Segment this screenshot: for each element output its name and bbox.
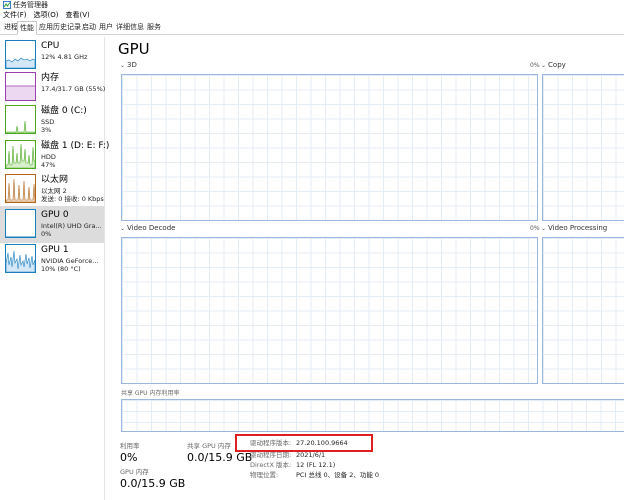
gpu-detail-panel: GPU ⌄ 3D 0% ⌄ Copy ⌄ Video Decode 0% ⌄ Video…	[106, 37, 624, 500]
disk1-thumbnail	[5, 140, 36, 169]
performance-sidebar: CPU 12% 4.81 GHz 内存 17.4/31.7 GB (55%) 磁…	[0, 37, 109, 500]
sidebar-item-detail-2: 47%	[41, 161, 56, 169]
shared-memory-value: 0.0/15.9 GB	[187, 451, 253, 464]
sidebar-item-detail: 12% 4.81 GHz	[41, 53, 88, 61]
sidebar-item-memory[interactable]: 内存 17.4/31.7 GB (55%)	[0, 69, 106, 106]
gpu-memory-value: 0.0/15.9 GB	[120, 477, 186, 490]
sidebar-item-name: CPU	[41, 41, 60, 51]
sidebar-item-name: 以太网	[41, 175, 69, 185]
tab-startup[interactable]: 启动	[80, 21, 98, 35]
chevron-down-icon: ⌄	[541, 225, 547, 232]
sidebar-item-detail-2: 3%	[41, 126, 52, 134]
task-manager-icon	[3, 1, 11, 9]
gpu1-thumbnail	[5, 244, 36, 273]
graph-shared-memory	[121, 399, 624, 432]
sidebar-item-detail: SSD	[41, 118, 55, 126]
sidebar-item-name: GPU 1	[41, 245, 69, 255]
driver-version-highlight	[235, 434, 373, 452]
sidebar-item-name: 内存	[41, 73, 60, 83]
sidebar-item-disk0[interactable]: 磁盘 0 (C:) SSD 3%	[0, 102, 104, 139]
title-bar: 任务管理器	[0, 0, 624, 10]
physical-location-value: PCI 总线 0、设备 2、功能 0	[296, 471, 380, 479]
graph-3d-max: 0%	[530, 62, 540, 69]
gpu-memory-label: GPU 内存	[120, 468, 149, 476]
menu-bar: 文件(F) 选项(O) 查看(V)	[0, 10, 624, 21]
menu-file[interactable]: 文件(F)	[3, 10, 27, 21]
sidebar-item-disk1[interactable]: 磁盘 1 (D: E: F:) HDD 47%	[0, 137, 109, 174]
graph-video-decode-max: 0%	[530, 225, 540, 232]
utilization-value: 0%	[120, 451, 138, 464]
tab-performance[interactable]: 性能	[17, 21, 37, 35]
graph-3d	[121, 74, 538, 221]
sidebar-item-detail-2: 10% (80 °C)	[41, 265, 81, 273]
gpu0-thumbnail	[5, 209, 36, 238]
cpu-thumbnail	[5, 40, 36, 69]
disk0-thumbnail	[5, 105, 36, 134]
shared-memory-graph-label: 共享 GPU 内存利用率	[121, 390, 180, 397]
sidebar-item-detail: 17.4/31.7 GB (55%)	[41, 85, 106, 93]
sidebar-item-gpu0[interactable]: GPU 0 Intel(R) UHD Gra... 0%	[0, 206, 104, 243]
ethernet-thumbnail	[5, 174, 36, 203]
directx-version-value: 12 (FL 12.1)	[296, 461, 336, 469]
utilization-label: 利用率	[120, 442, 140, 450]
graph-video-decode-label[interactable]: ⌄ Video Decode	[120, 224, 175, 233]
memory-thumbnail	[5, 72, 36, 101]
graph-video-decode	[121, 237, 538, 384]
physical-location-label: 物理位置:	[250, 471, 279, 479]
sidebar-item-gpu1[interactable]: GPU 1 NVIDIA GeForce... 10% (80 °C)	[0, 241, 104, 278]
sidebar-item-name: 磁盘 0 (C:)	[41, 106, 87, 116]
sidebar-item-detail: Intel(R) UHD Gra...	[41, 222, 102, 230]
tab-services[interactable]: 服务	[145, 21, 163, 35]
chevron-down-icon: ⌄	[120, 225, 126, 232]
tab-users[interactable]: 用户	[97, 21, 115, 35]
sidebar-item-ethernet[interactable]: 以太网 以太网 2 发送: 0 接收: 0 Kbps	[0, 171, 104, 208]
graph-3d-label[interactable]: ⌄ 3D	[120, 61, 137, 70]
chevron-down-icon: ⌄	[541, 62, 547, 69]
graph-copy	[542, 74, 624, 221]
graph-copy-label[interactable]: ⌄ Copy	[541, 61, 566, 70]
sidebar-item-name: GPU 0	[41, 210, 69, 220]
window-title: 任务管理器	[13, 1, 48, 9]
menu-options[interactable]: 选项(O)	[34, 10, 59, 21]
tab-bar: 进程 性能 应用历史记录 启动 用户 详细信息 服务	[0, 21, 624, 35]
sidebar-item-name: 磁盘 1 (D: E: F:)	[41, 141, 110, 151]
driver-date-value: 2021/6/1	[296, 451, 326, 459]
sidebar-item-detail: HDD	[41, 153, 56, 161]
driver-date-label: 驱动程序日期:	[250, 451, 292, 459]
graph-video-processing-label[interactable]: ⌄ Video Processing	[541, 224, 607, 233]
sidebar-item-detail: NVIDIA GeForce...	[41, 257, 99, 265]
tab-details[interactable]: 详细信息	[114, 21, 146, 35]
tab-app-history[interactable]: 应用历史记录	[37, 21, 83, 35]
page-title: GPU	[118, 40, 150, 58]
shared-memory-label: 共享 GPU 内存	[187, 442, 231, 450]
sidebar-item-detail-2: 发送: 0 接收: 0 Kbps	[41, 195, 104, 203]
menu-view[interactable]: 查看(V)	[65, 10, 89, 21]
directx-version-label: DirectX 版本:	[250, 461, 292, 469]
sidebar-item-detail-2: 0%	[41, 230, 52, 238]
graph-video-processing	[542, 237, 624, 384]
sidebar-item-detail: 以太网 2	[41, 187, 67, 195]
chevron-down-icon: ⌄	[120, 62, 126, 69]
